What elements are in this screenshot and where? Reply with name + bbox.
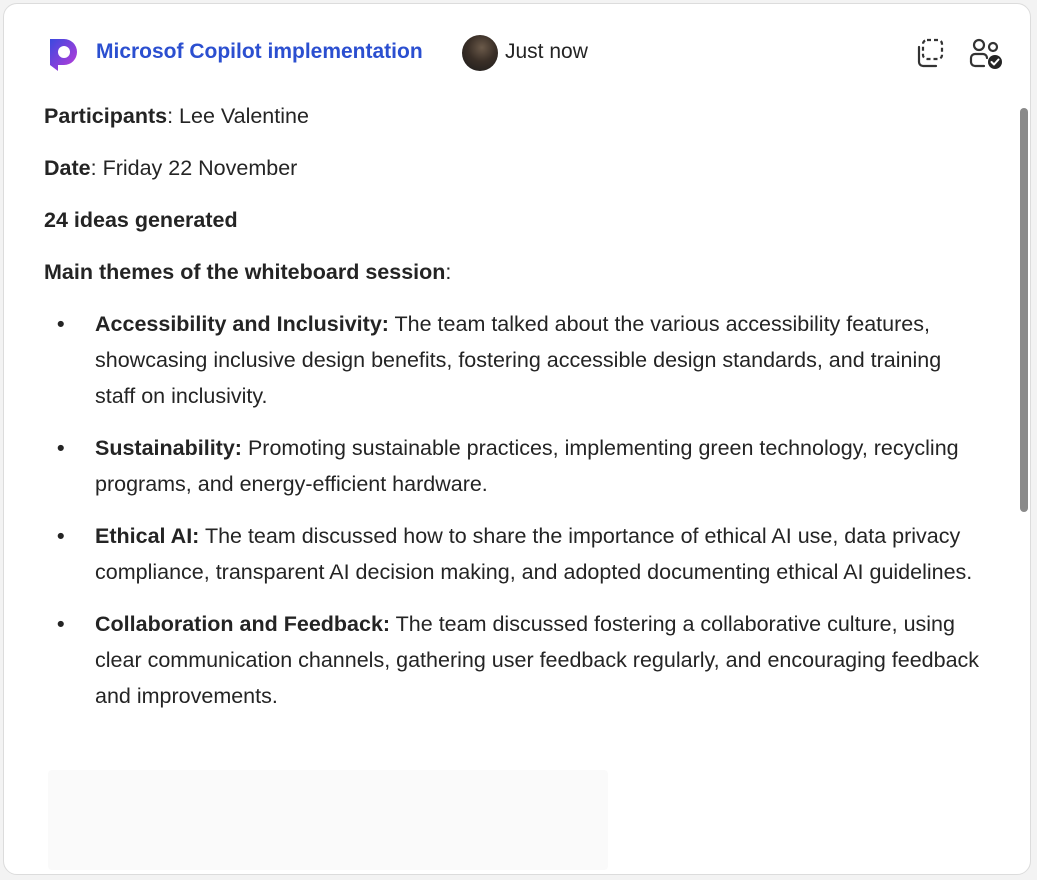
participants-value: Lee Valentine [179,104,309,128]
date-value: Friday 22 November [102,156,298,180]
people-check-icon[interactable] [968,36,1004,72]
card-header: Microsof Copilot implementation Just now [4,4,1030,100]
theme-title: Ethical AI: [95,524,200,548]
date-line: Date: Friday 22 November [44,156,298,180]
participants-label: Participants [44,104,168,128]
theme-text: The team discussed how to share the impo… [95,524,973,584]
copilot-summary-card: Microsof Copilot implementation Just now… [3,3,1031,875]
participants-line: Participants: Lee Valentine [44,104,309,128]
theme-item: • Collaboration and Feedback: The team d… [44,606,984,714]
bullet-icon: • [57,524,65,548]
themes-list: • Accessibility and Inclusivity: The tea… [44,306,984,714]
scrollbar[interactable] [1020,108,1028,512]
ideas-count: 24 ideas generated [44,208,238,232]
copilot-logo-icon [50,39,77,71]
theme-title: Sustainability: [95,436,242,460]
avatar [462,35,498,71]
bullet-icon: • [57,312,65,336]
timestamp: Just now [505,40,588,63]
summary-content: Participants: Lee Valentine Date: Friday… [44,98,984,730]
app-name[interactable]: Microsof Copilot implementation [96,40,423,64]
theme-title: Accessibility and Inclusivity: [95,312,389,336]
theme-item: • Accessibility and Inclusivity: The tea… [44,306,984,414]
bullet-icon: • [57,436,65,460]
copy-icon[interactable] [914,37,946,69]
theme-title: Collaboration and Feedback: [95,612,391,636]
bullet-icon: • [57,612,65,636]
loading-placeholder [48,770,608,870]
themes-heading-line: Main themes of the whiteboard session: [44,260,452,284]
date-label: Date [44,156,91,180]
theme-item: • Sustainability: Promoting sustainable … [44,430,984,502]
theme-item: • Ethical AI: The team discussed how to … [44,518,984,590]
themes-heading: Main themes of the whiteboard session [44,260,446,284]
